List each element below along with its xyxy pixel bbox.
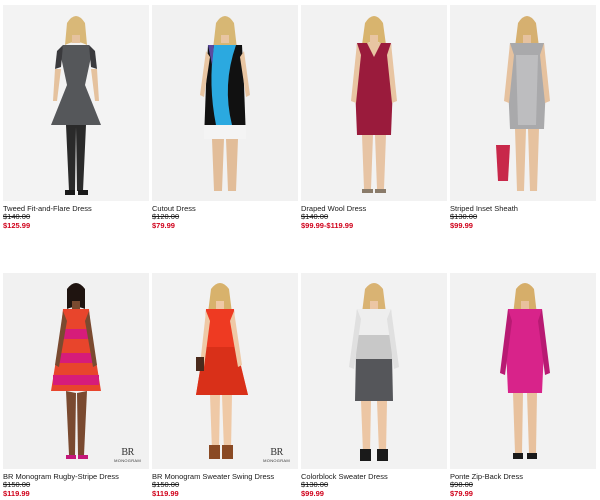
- original-price: $120.00: [152, 212, 180, 221]
- product-card[interactable]: Tweed Fit-and-Flare Dress $140.00 $125.9…: [3, 5, 149, 230]
- model-figure: [351, 16, 397, 193]
- product-image[interactable]: [301, 5, 447, 201]
- sale-price: $99.99: [301, 489, 324, 498]
- original-price: $140.00: [301, 212, 329, 221]
- model-figure: [496, 16, 550, 191]
- product-card[interactable]: BR MONOGRAM BR Monogram Rugby-Stripe Dre…: [3, 273, 149, 498]
- model-figure: [500, 283, 550, 459]
- model-figure: [196, 283, 248, 459]
- product-image[interactable]: BR MONOGRAM: [152, 273, 298, 469]
- original-price: $150.00: [152, 480, 180, 489]
- sale-price: $125.99: [3, 221, 31, 230]
- sale-price: $119.99: [3, 489, 30, 498]
- product-image[interactable]: [450, 273, 596, 469]
- monogram-logo: BR MONOGRAM: [263, 447, 290, 464]
- model-figure: [349, 283, 399, 461]
- product-image[interactable]: [450, 5, 596, 201]
- original-price: $130.00: [301, 480, 329, 489]
- monogram-wordmark: MONOGRAM: [263, 458, 290, 463]
- monogram-initials: BR: [121, 447, 134, 458]
- product-card[interactable]: Ponte Zip-Back Dress $98.00 $79.99: [450, 273, 596, 498]
- sale-price: $119.99: [152, 489, 179, 498]
- product-image[interactable]: [301, 273, 447, 469]
- monogram-logo: BR MONOGRAM: [114, 447, 141, 464]
- sale-price: $99.99: [450, 221, 473, 230]
- product-image[interactable]: BR MONOGRAM: [3, 273, 149, 469]
- sale-price: $79.99: [450, 489, 473, 498]
- original-price: $150.00: [3, 480, 31, 489]
- sale-price: $79.99: [152, 221, 175, 230]
- model-figure: [200, 16, 250, 191]
- monogram-wordmark: MONOGRAM: [114, 458, 141, 463]
- monogram-initials: BR: [270, 447, 283, 458]
- model-figure: [51, 283, 101, 459]
- product-grid: Tweed Fit-and-Flare Dress $140.00 $125.9…: [0, 0, 600, 500]
- original-price: $130.00: [450, 212, 478, 221]
- original-price: $98.00: [450, 480, 473, 489]
- product-card[interactable]: Cutout Dress $120.00 $79.99: [152, 5, 298, 230]
- original-price: $140.00: [3, 212, 31, 221]
- product-card[interactable]: Colorblock Sweater Dress $130.00 $99.99: [301, 273, 447, 498]
- product-image[interactable]: [3, 5, 149, 201]
- product-card[interactable]: Draped Wool Dress $140.00 $99.99-$119.99: [301, 5, 447, 230]
- product-card[interactable]: BR MONOGRAM BR Monogram Sweater Swing Dr…: [152, 273, 298, 498]
- product-image[interactable]: [152, 5, 298, 201]
- product-card[interactable]: Striped Inset Sheath $130.00 $99.99: [450, 5, 596, 230]
- sale-price: $99.99-$119.99: [301, 221, 354, 230]
- model-figure: [51, 16, 101, 195]
